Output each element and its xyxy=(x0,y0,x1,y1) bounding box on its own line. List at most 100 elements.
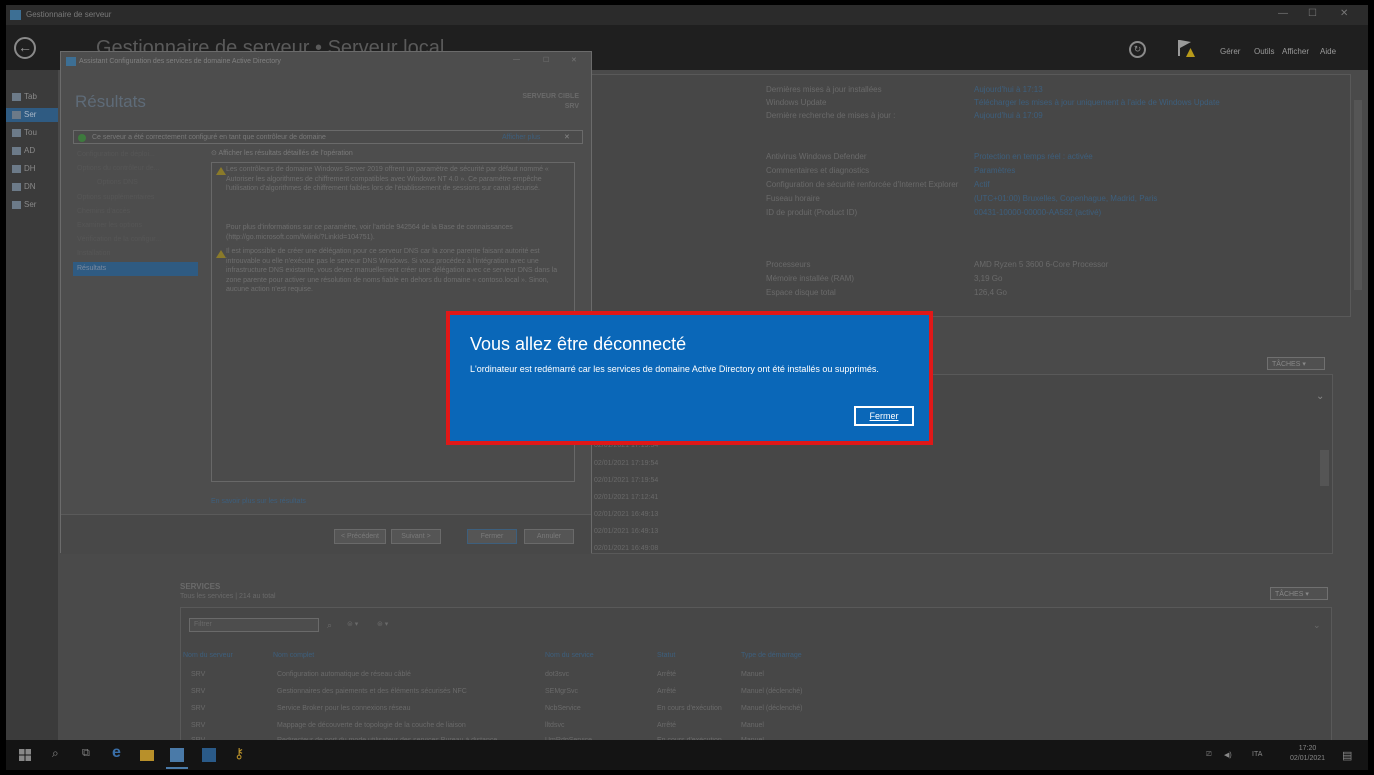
prop-label: Commentaires et diagnostics xyxy=(766,166,870,175)
nav-item-all-servers[interactable]: Tou xyxy=(12,128,37,137)
refresh-icon[interactable]: ↻ xyxy=(1129,41,1146,58)
services-heading: SERVICES xyxy=(180,582,221,591)
menu-view[interactable]: Afficher xyxy=(1282,47,1309,56)
events-tasks-dropdown[interactable]: TÂCHES ▾ xyxy=(1267,357,1325,370)
event-timestamp: 02/01/2021 17:19:54 xyxy=(594,460,659,467)
show-more-link[interactable]: Afficher plus xyxy=(502,134,540,141)
notifications-icon[interactable]: ▤ xyxy=(1342,749,1352,762)
left-navigation: Tab Ser Tou AD DH DN Ser xyxy=(6,70,58,740)
column-options-icon[interactable]: ⊛ ▾ xyxy=(377,620,388,628)
volume-icon[interactable]: ◀) xyxy=(1224,751,1232,759)
dashboard-icon xyxy=(12,92,21,101)
prop-value-link[interactable]: Actif xyxy=(974,180,990,189)
wizard-titlebar: Assistant Configuration des services de … xyxy=(61,52,591,72)
wizard-close-button[interactable]: ✕ xyxy=(571,56,577,64)
search-icon[interactable]: ⌕ xyxy=(52,746,66,760)
nav-item-local-server[interactable]: Ser xyxy=(12,110,36,119)
close-icon[interactable]: ✕ xyxy=(564,133,570,141)
table-cell: Manuel xyxy=(741,671,764,678)
events-scrollbar[interactable] xyxy=(1320,450,1329,486)
step-item[interactable]: Chemins d'accès xyxy=(73,205,198,219)
step-item[interactable]: Options supplémentaires xyxy=(73,191,198,205)
table-cell: Manuel (déclenché) xyxy=(741,688,803,695)
event-timestamp: 02/01/2021 16:49:13 xyxy=(594,511,659,518)
step-item-results[interactable]: Résultats xyxy=(73,261,198,276)
menu-help[interactable]: Aide xyxy=(1320,47,1336,56)
back-arrow-icon[interactable]: ← xyxy=(14,37,36,59)
event-timestamp: 02/01/2021 17:19:54 xyxy=(594,477,659,484)
key-icon[interactable]: ⚷ xyxy=(234,745,248,761)
notification-flag-icon[interactable] xyxy=(1177,38,1195,58)
expand-chevron-icon[interactable]: ⌄ xyxy=(1316,391,1324,402)
learn-more-link[interactable]: En savoir plus sur les résultats xyxy=(211,498,306,505)
services-tasks-dropdown[interactable]: TÂCHES ▾ xyxy=(1270,587,1328,600)
event-timestamp: 02/01/2021 16:49:13 xyxy=(594,528,659,535)
search-icon[interactable]: ⌕ xyxy=(327,620,332,631)
table-cell: NcbService xyxy=(545,705,581,712)
wizard-minimize-button[interactable]: — xyxy=(513,56,520,63)
close-window-button[interactable]: ✕ xyxy=(1340,8,1348,19)
expand-chevron-icon[interactable]: ⌄ xyxy=(1313,620,1321,631)
close-button[interactable]: Fermer xyxy=(467,529,517,544)
windows-taskbar: ⌕ ⧉ e ⚷ ⎚ ◀) ITA 17:20 02/01/2021 ▤ xyxy=(6,740,1368,770)
table-cell: Manuel xyxy=(741,722,764,729)
column-header-service-name[interactable]: Nom du service xyxy=(545,652,594,659)
maximize-button[interactable]: ☐ xyxy=(1308,8,1317,19)
prop-value-link[interactable]: Aujourd'hui à 17:13 xyxy=(974,85,1043,94)
prop-value-link[interactable]: (UTC+01:00) Bruxelles, Copenhague, Madri… xyxy=(974,194,1157,203)
prop-value-link[interactable]: Télécharger les mises à jour uniquement … xyxy=(974,98,1220,107)
list-options-icon[interactable]: ⊜ ▾ xyxy=(347,620,358,628)
clock[interactable]: 17:20 02/01/2021 xyxy=(1290,744,1325,764)
servers-icon xyxy=(12,128,21,137)
server-manager-taskbar-icon[interactable] xyxy=(170,748,184,762)
file-explorer-icon[interactable] xyxy=(140,750,154,761)
wizard-maximize-button[interactable]: ☐ xyxy=(543,56,549,64)
prop-value-link[interactable]: Paramètres xyxy=(974,166,1015,175)
table-cell: Configuration automatique de réseau câbl… xyxy=(277,671,411,678)
success-banner: Ce serveur a été correctement configuré … xyxy=(73,130,583,144)
notice-close-button[interactable]: Fermer xyxy=(854,406,914,426)
network-icon[interactable]: ⎚ xyxy=(1206,751,1212,759)
column-header-display-name[interactable]: Nom complet xyxy=(273,652,314,659)
cancel-button[interactable]: Annuler xyxy=(524,529,574,544)
signout-notice-dialog: Vous allez être déconnecté L'ordinateur … xyxy=(446,311,933,445)
table-cell: Mappage de découverte de topologie de la… xyxy=(277,722,466,729)
column-header-server[interactable]: Nom du serveur xyxy=(183,652,233,659)
previous-button[interactable]: < Précédent xyxy=(334,529,386,544)
column-header-startup-type[interactable]: Type de démarrage xyxy=(741,652,802,659)
properties-scrollbar[interactable] xyxy=(1354,100,1362,290)
nav-item-file-services[interactable]: Ser xyxy=(12,200,36,209)
wizard-heading: Résultats xyxy=(75,92,146,111)
language-indicator[interactable]: ITA xyxy=(1252,751,1262,758)
step-item[interactable]: Vérification de la configur... xyxy=(73,233,198,247)
task-view-icon[interactable]: ⧉ xyxy=(82,747,96,761)
menu-tools[interactable]: Outils xyxy=(1254,47,1274,56)
menu-manage[interactable]: Gérer xyxy=(1220,47,1240,56)
target-server-value: SRV xyxy=(564,103,579,110)
step-item[interactable]: Options DNS xyxy=(73,176,198,190)
prop-value-link[interactable]: 00431-10000-00000-AA582 (activé) xyxy=(974,208,1101,217)
nav-item-dashboard[interactable]: Tab xyxy=(12,92,37,101)
minimize-button[interactable]: — xyxy=(1278,8,1288,19)
prop-value-link[interactable]: Protection en temps réel : activée xyxy=(974,152,1093,161)
column-header-status[interactable]: Statut xyxy=(657,652,675,659)
prop-value-link[interactable]: Aujourd'hui à 17:09 xyxy=(974,111,1043,120)
wizard-steps: Configuration de déploi... Options du co… xyxy=(73,148,198,276)
services-filter-input[interactable]: Filtrer xyxy=(189,618,319,632)
table-cell: En cours d'exécution xyxy=(657,705,722,712)
details-toggle[interactable]: ⊙ Afficher les résultats détaillés de l'… xyxy=(211,149,353,157)
edge-browser-icon[interactable]: e xyxy=(112,744,126,761)
next-button[interactable]: Suivant > xyxy=(391,529,441,544)
step-item[interactable]: Options du contrôleur de... xyxy=(73,162,198,176)
step-item[interactable]: Configuration de déploi... xyxy=(73,148,198,162)
remote-desktop-icon[interactable] xyxy=(202,748,216,762)
nav-item-dns[interactable]: DN xyxy=(12,182,36,191)
nav-item-dhcp[interactable]: DH xyxy=(12,164,36,173)
table-cell: SRV xyxy=(191,671,206,678)
server-icon xyxy=(12,110,21,119)
prop-value: 126,4 Go xyxy=(974,288,1007,297)
step-item[interactable]: Examiner les options xyxy=(73,219,198,233)
start-windows-icon[interactable] xyxy=(18,748,32,762)
nav-item-adds[interactable]: AD xyxy=(12,146,35,155)
step-item[interactable]: Installation xyxy=(73,247,198,261)
